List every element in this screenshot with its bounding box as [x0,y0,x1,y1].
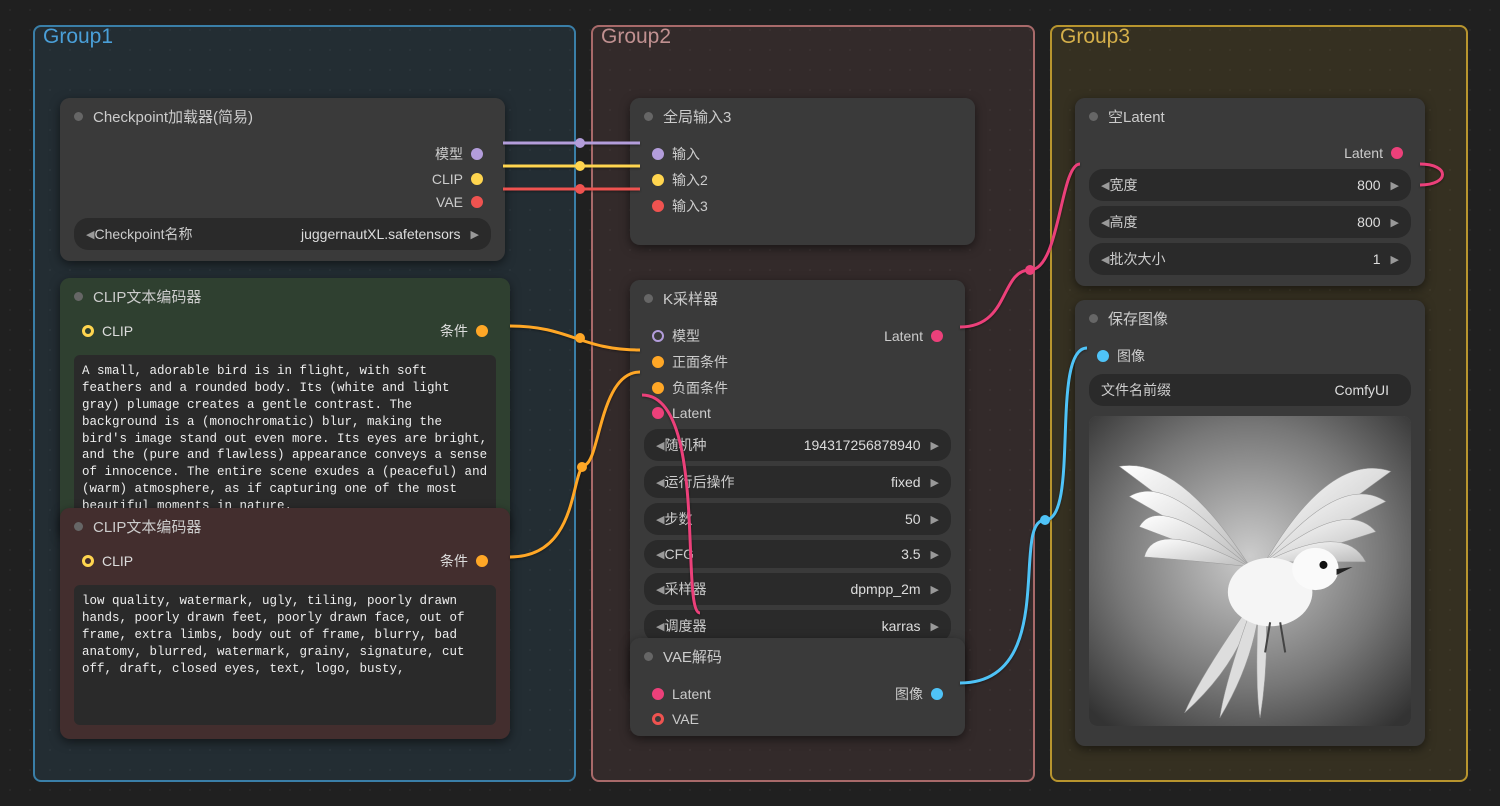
output-conditioning-slot[interactable]: 条件 [440,321,496,341]
input2-slot[interactable]: 输入2 [630,167,975,193]
node-header[interactable]: CLIP文本编码器 [60,278,510,315]
input-positive-slot[interactable]: 正面条件 [630,349,965,375]
checkpoint-loader-node[interactable]: Checkpoint加载器(简易) 模型 CLIP VAE ◀ Checkpoi… [60,98,505,261]
input-model-slot[interactable]: 模型 [644,326,700,346]
steps-widget[interactable]: ◀步数50▶ [644,503,951,535]
control-after-widget[interactable]: ◀运行后操作fixed▶ [644,466,951,498]
output-model-slot[interactable]: 模型 [60,141,505,167]
empty-latent-node[interactable]: 空Latent Latent ◀宽度800▶ ◀高度800▶ ◀批次大小1▶ [1075,98,1425,286]
port-clip-icon[interactable] [82,325,94,337]
port-icon[interactable] [652,407,664,419]
group3-title: Group3 [1060,25,1130,49]
port-icon[interactable] [652,382,664,394]
node-title: CLIP文本编码器 [93,516,201,537]
port-model-icon[interactable] [652,330,664,342]
collapse-dot-icon[interactable] [644,652,653,661]
port-clip-icon[interactable] [471,173,483,185]
sampler-widget[interactable]: ◀采样器dpmpp_2m▶ [644,573,951,605]
collapse-dot-icon[interactable] [644,294,653,303]
node-title: CLIP文本编码器 [93,286,201,307]
node-title: 空Latent [1108,106,1165,127]
input-latent-slot[interactable]: Latent [630,401,965,424]
port-image-icon[interactable] [931,688,943,700]
port-vae-icon[interactable] [652,713,664,725]
group2-title: Group2 [601,25,671,49]
collapse-dot-icon[interactable] [74,112,83,121]
seed-widget[interactable]: ◀随机种194317256878940▶ [644,429,951,461]
bird-illustration-icon [1089,416,1411,726]
prompt-textarea[interactable]: A small, adorable bird is in flight, wit… [74,355,496,523]
output-clip-slot[interactable]: CLIP [60,167,505,190]
group1-title: Group1 [43,25,113,49]
port-clip-icon[interactable] [82,555,94,567]
checkpoint-name-widget[interactable]: ◀ Checkpoint名称 juggernautXL.safetensors … [74,218,491,250]
port-icon[interactable] [652,200,664,212]
port-latent-icon[interactable] [931,330,943,342]
output-conditioning-slot[interactable]: 条件 [440,551,496,571]
port-image-icon[interactable] [1097,350,1109,362]
node-header[interactable]: VAE解码 [630,638,965,675]
input-clip-slot[interactable]: CLIP [74,553,133,569]
input-image-slot[interactable]: 图像 [1075,343,1425,369]
input-vae-slot[interactable]: VAE [630,707,965,730]
port-icon[interactable] [652,356,664,368]
node-title: 保存图像 [1108,308,1168,329]
collapse-dot-icon[interactable] [1089,112,1098,121]
input3-slot[interactable]: 输入3 [630,193,975,219]
output-vae-slot[interactable]: VAE [60,190,505,213]
height-widget[interactable]: ◀高度800▶ [1089,206,1411,238]
cfg-widget[interactable]: ◀CFG3.5▶ [644,540,951,568]
output-image-slot[interactable]: 图像 [895,684,951,704]
output-latent-slot[interactable]: Latent [1075,141,1425,164]
ksampler-node[interactable]: K采样器 模型 Latent 正面条件 负面条件 Latent ◀随机种1943… [630,280,965,690]
port-conditioning-icon[interactable] [476,555,488,567]
node-title: Checkpoint加载器(简易) [93,106,253,127]
output-latent-slot[interactable]: Latent [884,328,951,344]
port-latent-icon[interactable] [652,688,664,700]
node-header[interactable]: 全局输入3 [630,98,975,135]
port-model-icon[interactable] [471,148,483,160]
collapse-dot-icon[interactable] [1089,314,1098,323]
prompt-textarea[interactable]: low quality, watermark, ugly, tiling, po… [74,585,496,725]
clip-negative-node[interactable]: CLIP文本编码器 CLIP 条件 low quality, watermark… [60,508,510,739]
node-title: K采样器 [663,288,718,309]
input-negative-slot[interactable]: 负面条件 [630,375,965,401]
node-header[interactable]: Checkpoint加载器(简易) [60,98,505,135]
collapse-dot-icon[interactable] [74,522,83,531]
clip-positive-node[interactable]: CLIP文本编码器 CLIP 条件 A small, adorable bird… [60,278,510,537]
global-input-node[interactable]: 全局输入3 输入 输入2 输入3 [630,98,975,245]
node-title: VAE解码 [663,646,722,667]
collapse-dot-icon[interactable] [74,292,83,301]
vae-decode-node[interactable]: VAE解码 Latent 图像 VAE [630,638,965,736]
save-image-node[interactable]: 保存图像 图像 文件名前缀ComfyUI [1075,300,1425,746]
port-conditioning-icon[interactable] [476,325,488,337]
input1-slot[interactable]: 输入 [630,141,975,167]
node-header[interactable]: K采样器 [630,280,965,317]
filename-prefix-widget[interactable]: 文件名前缀ComfyUI [1089,374,1411,406]
input-latent-slot[interactable]: Latent [644,686,711,702]
width-widget[interactable]: ◀宽度800▶ [1089,169,1411,201]
node-header[interactable]: CLIP文本编码器 [60,508,510,545]
arrow-left-icon[interactable]: ◀ [86,228,94,241]
port-icon[interactable] [652,148,664,160]
port-latent-icon[interactable] [1391,147,1403,159]
arrow-right-icon[interactable]: ▶ [471,228,479,241]
node-header[interactable]: 保存图像 [1075,300,1425,337]
input-clip-slot[interactable]: CLIP [74,323,133,339]
output-preview-image [1089,416,1411,726]
collapse-dot-icon[interactable] [644,112,653,121]
node-header[interactable]: 空Latent [1075,98,1425,135]
port-vae-icon[interactable] [471,196,483,208]
node-title: 全局输入3 [663,106,731,127]
batch-widget[interactable]: ◀批次大小1▶ [1089,243,1411,275]
port-icon[interactable] [652,174,664,186]
